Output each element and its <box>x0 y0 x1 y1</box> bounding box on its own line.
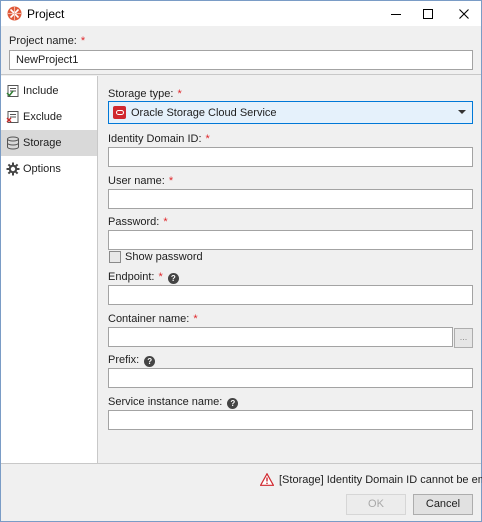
database-icon <box>6 136 20 150</box>
container-name-input[interactable] <box>108 327 453 347</box>
ok-button[interactable]: OK <box>346 494 406 515</box>
sidebar: Include Exclude Storage Options <box>1 76 98 463</box>
maximize-icon <box>423 8 433 19</box>
sidebar-item-exclude[interactable]: Exclude <box>1 104 97 130</box>
endpoint-label: Endpoint: *? <box>108 271 179 284</box>
include-icon <box>6 84 20 98</box>
username-input[interactable] <box>108 189 473 209</box>
storage-type-value: Oracle Storage Cloud Service <box>131 106 277 119</box>
warning-icon <box>260 473 274 486</box>
app-logo-icon <box>7 6 22 21</box>
required-marker: * <box>205 133 210 145</box>
prefix-input[interactable] <box>108 368 473 388</box>
project-name-input[interactable] <box>9 50 473 70</box>
close-icon <box>459 8 469 19</box>
endpoint-input[interactable] <box>108 285 473 305</box>
gear-icon <box>6 162 20 176</box>
password-label: Password: * <box>108 216 168 228</box>
title-bar: Project <box>1 1 481 26</box>
show-password-label[interactable]: Show password <box>125 251 203 263</box>
required-marker: * <box>168 175 174 187</box>
required-marker: * <box>177 88 182 100</box>
maximize-button[interactable] <box>411 1 445 26</box>
sidebar-item-include[interactable]: Include <box>1 78 97 104</box>
project-dialog: Project Project name:* Include <box>0 0 482 522</box>
password-input[interactable] <box>108 230 473 250</box>
sidebar-item-label: Exclude <box>23 111 63 123</box>
prefix-label: Prefix:? <box>108 354 156 367</box>
required-marker: * <box>193 313 198 325</box>
exclude-icon <box>6 110 20 124</box>
sidebar-item-label: Options <box>23 163 61 175</box>
validation-message: [Storage] Identity Domain ID cannot be e… <box>260 473 482 486</box>
window-title: Project <box>27 7 65 21</box>
oracle-cloud-icon <box>113 106 126 119</box>
project-name-label: Project name: * <box>9 35 86 47</box>
service-instance-input[interactable] <box>108 410 473 430</box>
cancel-button[interactable]: Cancel <box>413 494 473 515</box>
sidebar-item-label: Include <box>23 85 59 97</box>
required-marker: * <box>158 271 163 283</box>
service-instance-label: Service instance name:? <box>108 396 239 409</box>
minimize-button[interactable] <box>379 1 413 26</box>
identity-domain-input[interactable] <box>108 147 473 167</box>
sidebar-item-label: Storage <box>23 137 62 149</box>
help-icon[interactable]: ? <box>167 273 179 284</box>
warning-text: [Storage] Identity Domain ID cannot be e… <box>279 473 482 486</box>
project-name-section: Project name: * <box>1 26 481 75</box>
show-password-checkbox[interactable] <box>109 251 121 263</box>
sidebar-item-storage[interactable]: Storage <box>1 130 97 156</box>
required-marker: * <box>80 35 86 47</box>
help-icon[interactable]: ? <box>144 356 156 367</box>
minimize-icon <box>391 13 401 15</box>
close-button[interactable] <box>447 1 481 26</box>
username-label: User name: * <box>108 175 174 187</box>
storage-type-label: Storage type: * <box>108 88 182 100</box>
container-name-label: Container name: * <box>108 313 198 325</box>
help-icon[interactable]: ? <box>227 398 239 409</box>
sidebar-item-options[interactable]: Options <box>1 156 97 182</box>
browse-container-button[interactable]: ... <box>454 328 473 348</box>
storage-type-select[interactable]: Oracle Storage Cloud Service <box>108 101 473 124</box>
dialog-footer <box>1 463 481 521</box>
required-marker: * <box>163 216 168 228</box>
identity-domain-label: Identity Domain ID: * <box>108 133 210 145</box>
chevron-down-icon <box>458 110 466 114</box>
